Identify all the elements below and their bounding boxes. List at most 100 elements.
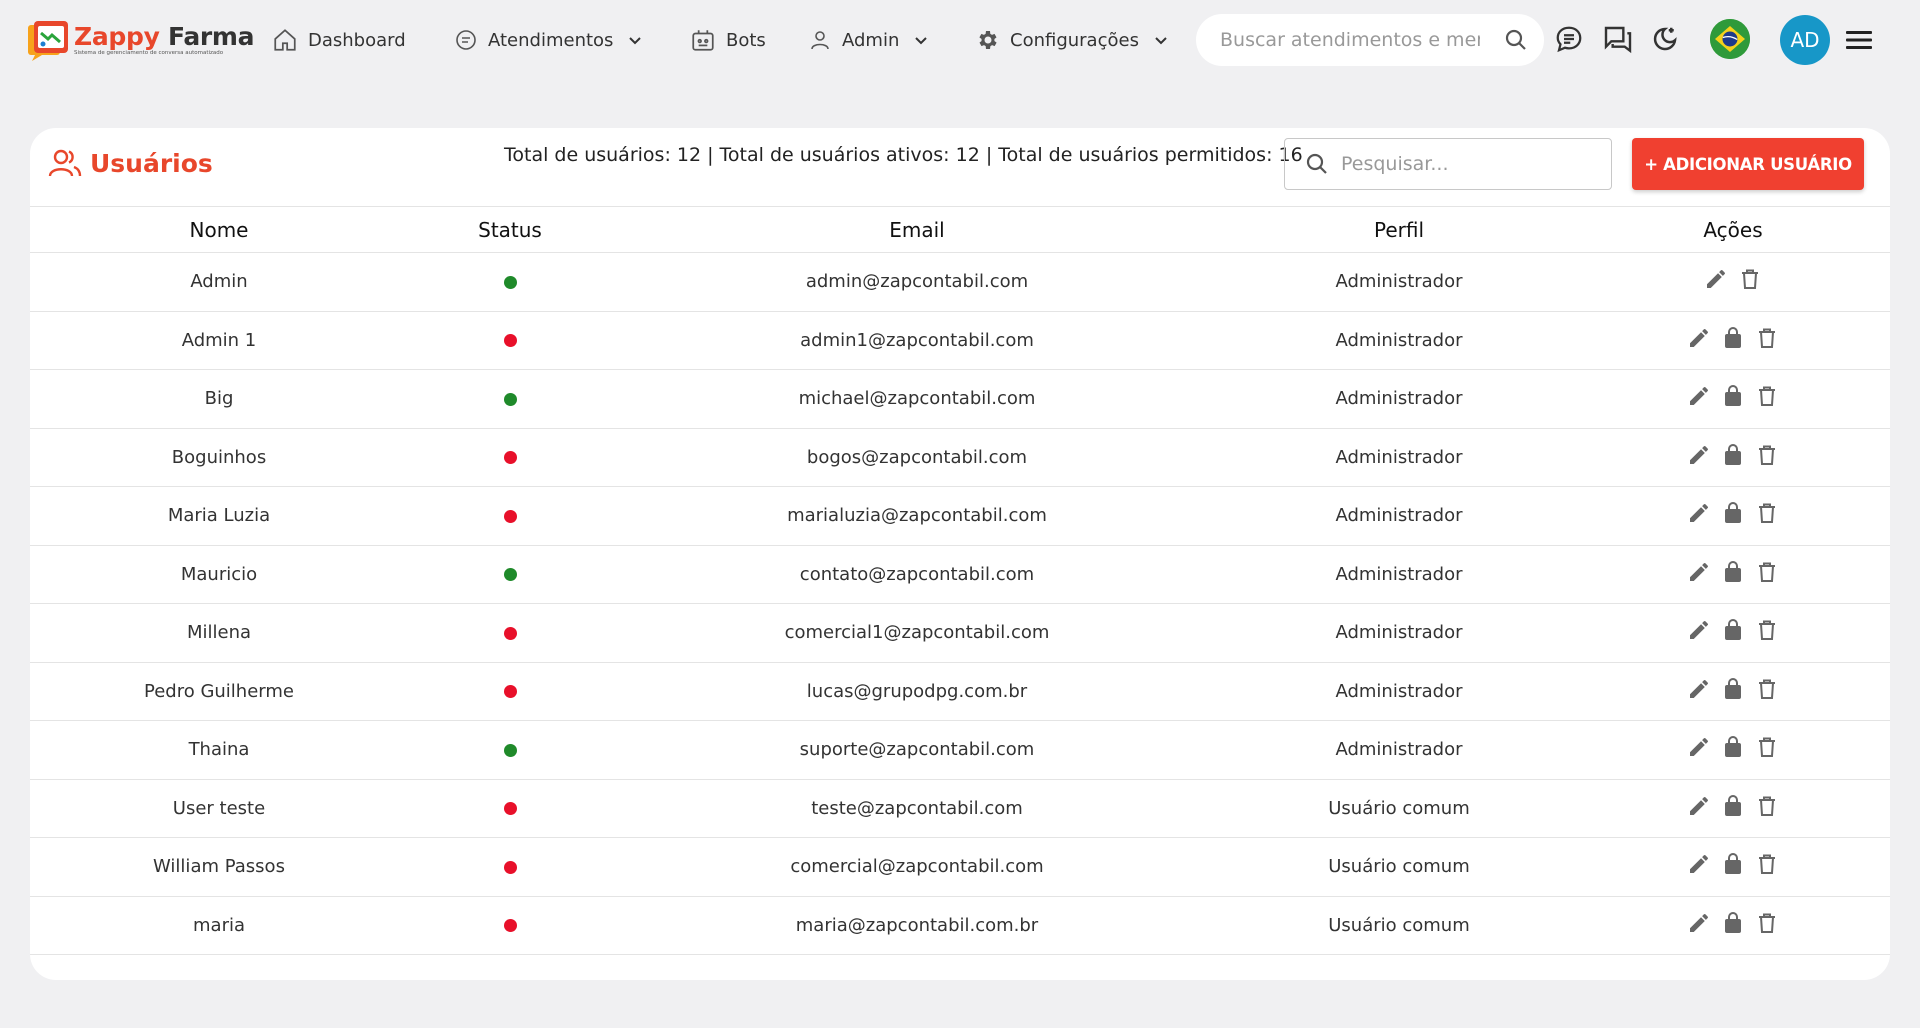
column-header-status[interactable]: Status <box>408 206 612 253</box>
dark-mode-icon[interactable] <box>1650 24 1680 58</box>
user-name-cell: Admin 1 <box>30 311 408 370</box>
lock-icon[interactable] <box>1721 618 1745 642</box>
user-actions-cell <box>1576 603 1890 663</box>
edit-icon[interactable] <box>1687 560 1711 584</box>
edit-icon[interactable] <box>1687 794 1711 818</box>
table-row[interactable]: maria maria@zapcontabil.com.br Usuário com… <box>30 896 1890 955</box>
user-actions-cell <box>1576 837 1890 897</box>
delete-icon[interactable] <box>1755 384 1779 408</box>
lock-icon[interactable] <box>1721 384 1745 408</box>
nav-configuracoes[interactable]: Configurações <box>976 22 1169 58</box>
status-dot <box>503 392 517 406</box>
users-search-box <box>1284 138 1612 190</box>
column-header-profile[interactable]: Perfil <box>1222 206 1576 253</box>
user-name-cell: Millena <box>30 603 408 663</box>
nav-admin[interactable]: Admin <box>808 22 929 58</box>
edit-icon[interactable] <box>1704 267 1728 291</box>
add-user-button[interactable]: + ADICIONAR USUÁRIO <box>1632 138 1864 190</box>
language-flag-icon[interactable] <box>1710 19 1750 59</box>
lock-icon[interactable] <box>1721 443 1745 467</box>
page-title: Usuários <box>48 148 213 178</box>
edit-icon[interactable] <box>1687 677 1711 701</box>
nav-dashboard[interactable]: Dashboard <box>272 22 406 58</box>
user-name-cell: Boguinhos <box>30 428 408 487</box>
lock-icon[interactable] <box>1721 326 1745 350</box>
delete-icon[interactable] <box>1755 911 1779 935</box>
user-email-cell: michael@zapcontabil.com <box>612 369 1222 429</box>
lock-icon[interactable] <box>1721 677 1745 701</box>
users-table: Nome Status Email Perfil Ações Admin admi… <box>30 206 1890 955</box>
logo-mark-icon <box>26 19 68 61</box>
top-search-input[interactable] <box>1220 29 1480 51</box>
user-avatar[interactable]: AD <box>1780 15 1830 65</box>
hamburger-menu-icon[interactable] <box>1846 28 1872 56</box>
user-name-cell: William Passos <box>30 837 408 897</box>
delete-icon[interactable] <box>1755 501 1779 525</box>
edit-icon[interactable] <box>1687 852 1711 876</box>
users-table-body: Admin admin@zapcontabil.com Administrador A… <box>30 252 1890 955</box>
nav-dashboard-label: Dashboard <box>308 29 406 51</box>
user-profile-cell: Administrador <box>1222 720 1576 780</box>
table-row[interactable]: Admin 1 admin1@zapcontabil.com Administrad… <box>30 311 1890 370</box>
table-row[interactable]: Thaina suporte@zapcontabil.com Administrad… <box>30 720 1890 780</box>
nav-configuracoes-label: Configurações <box>1010 29 1139 51</box>
table-row[interactable]: William Passos comercial@zapcontabil.com U… <box>30 837 1890 897</box>
lock-icon[interactable] <box>1721 560 1745 584</box>
delete-icon[interactable] <box>1755 618 1779 642</box>
app-logo[interactable]: Zappy Farma Sistema de gerenciamento de … <box>26 14 255 66</box>
edit-icon[interactable] <box>1687 618 1711 642</box>
delete-icon[interactable] <box>1755 677 1779 701</box>
forum-icon[interactable] <box>1602 24 1634 60</box>
user-profile-cell: Usuário comum <box>1222 837 1576 897</box>
status-dot <box>503 568 517 582</box>
lock-icon[interactable] <box>1721 911 1745 935</box>
edit-icon[interactable] <box>1687 326 1711 350</box>
users-card-header: Usuários Total de usuários: 12 | Total d… <box>30 128 1890 206</box>
user-email-cell: comercial1@zapcontabil.com <box>612 603 1222 663</box>
nav-admin-label: Admin <box>842 29 900 51</box>
user-status-cell <box>408 428 612 487</box>
table-row[interactable]: Admin admin@zapcontabil.com Administrador <box>30 252 1890 312</box>
user-status-cell <box>408 252 612 312</box>
user-profile-cell: Usuário comum <box>1222 896 1576 955</box>
nav-bots[interactable]: Bots <box>690 22 766 58</box>
column-header-email[interactable]: Email <box>612 206 1222 253</box>
lock-icon[interactable] <box>1721 794 1745 818</box>
user-actions-cell <box>1576 779 1890 838</box>
user-email-cell: lucas@grupodpg.com.br <box>612 662 1222 721</box>
user-name-cell: Big <box>30 369 408 429</box>
delete-icon[interactable] <box>1755 443 1779 467</box>
chevron-down-icon <box>629 37 642 45</box>
delete-icon[interactable] <box>1755 560 1779 584</box>
messages-icon[interactable] <box>1554 24 1584 58</box>
edit-icon[interactable] <box>1687 443 1711 467</box>
delete-icon[interactable] <box>1755 794 1779 818</box>
edit-icon[interactable] <box>1687 501 1711 525</box>
search-icon[interactable] <box>1504 28 1528 56</box>
table-row[interactable]: Boguinhos bogos@zapcontabil.com Administra… <box>30 428 1890 487</box>
user-profile-cell: Administrador <box>1222 545 1576 604</box>
delete-icon[interactable] <box>1755 735 1779 759</box>
table-row[interactable]: Maria Luzia marialuzia@zapcontabil.com Adm… <box>30 486 1890 546</box>
users-search-input[interactable] <box>1341 153 1591 175</box>
column-header-name[interactable]: Nome <box>30 206 408 253</box>
lock-icon[interactable] <box>1721 501 1745 525</box>
delete-icon[interactable] <box>1755 326 1779 350</box>
user-profile-cell: Administrador <box>1222 486 1576 546</box>
user-email-cell: admin@zapcontabil.com <box>612 252 1222 312</box>
edit-icon[interactable] <box>1687 735 1711 759</box>
edit-icon[interactable] <box>1687 384 1711 408</box>
user-status-cell <box>408 720 612 780</box>
lock-icon[interactable] <box>1721 852 1745 876</box>
lock-icon[interactable] <box>1721 735 1745 759</box>
table-row[interactable]: Big michael@zapcontabil.com Administrador <box>30 369 1890 429</box>
edit-icon[interactable] <box>1687 911 1711 935</box>
robot-icon <box>692 30 714 51</box>
table-row[interactable]: Millena comercial1@zapcontabil.com Adminis… <box>30 603 1890 663</box>
table-row[interactable]: Mauricio contato@zapcontabil.com Administr… <box>30 545 1890 604</box>
delete-icon[interactable] <box>1755 852 1779 876</box>
table-row[interactable]: User teste teste@zapcontabil.com Usuário c… <box>30 779 1890 838</box>
delete-icon[interactable] <box>1738 267 1762 291</box>
table-row[interactable]: Pedro Guilherme lucas@grupodpg.com.br Admi… <box>30 662 1890 721</box>
nav-atendimentos[interactable]: Atendimentos <box>454 22 643 58</box>
